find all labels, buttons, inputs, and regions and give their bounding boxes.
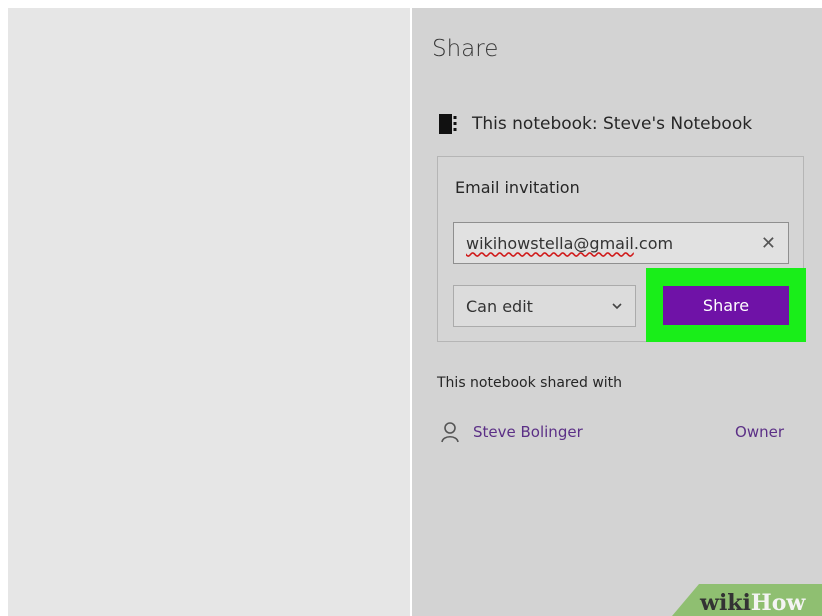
permission-dropdown[interactable]: Can edit [453, 285, 636, 327]
member-name[interactable]: Steve Bolinger [473, 423, 735, 441]
email-invitation-heading: Email invitation [455, 178, 580, 197]
email-domain-suffix: .com [633, 233, 674, 253]
shared-with-heading: This notebook shared with [437, 375, 623, 391]
person-icon [440, 421, 460, 443]
share-button[interactable]: Share [663, 286, 789, 325]
email-field[interactable]: wikihowstella@gmail.com ✕ [453, 222, 789, 264]
chevron-down-icon [611, 299, 623, 314]
email-misspelled-part: wikihowstella@gmail [466, 233, 634, 253]
close-icon[interactable]: ✕ [761, 233, 776, 254]
watermark-part2: How [750, 590, 806, 616]
member-role[interactable]: Owner [735, 423, 784, 441]
member-row[interactable]: Steve Bolinger Owner [440, 420, 790, 444]
notebook-icon [438, 113, 458, 135]
notebook-info: This notebook: Steve's Notebook [438, 112, 752, 136]
email-value[interactable]: wikihowstella@gmail.com [466, 234, 753, 253]
left-pane [8, 8, 410, 616]
panel-title: Share [432, 36, 499, 62]
watermark-part1: wiki [700, 590, 751, 616]
watermark-logo: wikiHow [700, 590, 805, 616]
notebook-label: This notebook: Steve's Notebook [472, 114, 753, 134]
permission-value: Can edit [466, 296, 533, 316]
